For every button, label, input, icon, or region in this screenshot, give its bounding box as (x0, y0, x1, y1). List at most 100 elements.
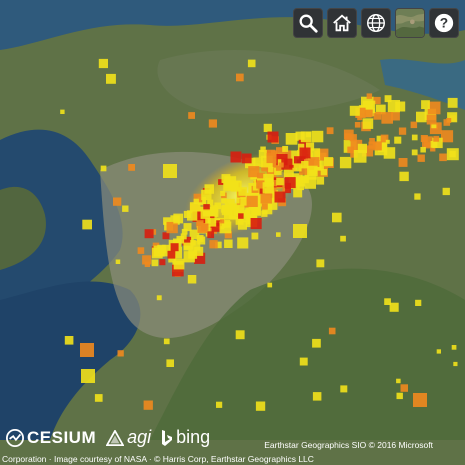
data-point (80, 343, 94, 357)
data-point (194, 246, 204, 256)
data-point (394, 136, 402, 144)
data-point (60, 109, 65, 114)
data-point (237, 237, 249, 249)
data-point (200, 209, 211, 219)
data-point (115, 259, 121, 264)
data-point (173, 258, 185, 270)
data-point (311, 130, 324, 143)
data-point (137, 247, 145, 254)
agi-logo-link[interactable]: agi (106, 427, 151, 448)
data-point (442, 187, 450, 196)
imagery-credit: Earthstar Geographics SIO © 2016 Microso… (264, 440, 433, 450)
data-point (166, 221, 178, 234)
data-point (173, 213, 184, 224)
scene-mode-button[interactable] (361, 8, 391, 38)
data-point (436, 349, 441, 354)
data-point (224, 239, 233, 248)
attribution-line: Corporation · Image courtesy of NASA · ©… (2, 454, 314, 464)
data-point (368, 141, 376, 149)
data-point (207, 231, 215, 239)
data-point (299, 357, 308, 366)
data-point (183, 242, 192, 251)
data-point (354, 122, 361, 128)
data-point (309, 157, 320, 167)
data-point (410, 121, 418, 129)
data-point (276, 232, 281, 237)
globe-map-view[interactable] (0, 0, 465, 465)
data-point (261, 203, 268, 210)
data-point (236, 73, 244, 82)
data-point (396, 392, 403, 400)
data-point (170, 243, 179, 252)
data-point (421, 100, 430, 109)
data-point (225, 209, 231, 215)
data-point (316, 176, 325, 185)
data-point (193, 198, 199, 204)
data-point (263, 123, 272, 132)
data-point (339, 156, 352, 169)
agi-logo-icon (106, 429, 125, 446)
data-point (430, 141, 438, 148)
data-point (251, 232, 259, 240)
data-point (267, 282, 273, 288)
data-point (398, 158, 408, 167)
data-point (416, 111, 427, 123)
agi-logo-text: agi (127, 427, 152, 447)
data-point (293, 163, 302, 172)
data-point (159, 259, 166, 266)
data-point (262, 182, 274, 194)
svg-text:?: ? (440, 16, 448, 31)
data-point (399, 171, 409, 182)
data-point (162, 232, 170, 240)
data-point (157, 244, 166, 254)
data-point (94, 394, 103, 402)
search-button[interactable] (293, 8, 323, 38)
data-point (167, 250, 176, 259)
data-point (293, 188, 303, 198)
credits-bar: CESIUM agi bing Earthstar Geographics SI… (0, 425, 465, 465)
data-point (197, 223, 208, 233)
data-point (196, 235, 204, 242)
data-point (255, 401, 266, 411)
data-point (439, 153, 447, 162)
data-point (221, 198, 227, 204)
data-point (446, 118, 452, 123)
data-point (420, 147, 426, 153)
data-point (293, 224, 307, 238)
data-point (426, 114, 437, 125)
cesium-viewer[interactable]: ? CESIUM agi bing Earthstar Geographics … (0, 0, 465, 465)
data-point (285, 182, 291, 189)
data-point (247, 59, 256, 68)
data-point (364, 109, 373, 118)
data-point (230, 151, 242, 163)
satellite-map-icon (396, 9, 424, 37)
data-point (113, 197, 122, 206)
data-point (383, 147, 396, 159)
data-point (340, 385, 348, 393)
data-point (384, 95, 392, 103)
help-button[interactable]: ? (429, 8, 459, 38)
data-point (267, 131, 279, 143)
data-point (451, 345, 457, 350)
base-layer-picker-button[interactable] (395, 8, 425, 38)
data-point (362, 118, 374, 129)
data-point (398, 127, 407, 135)
data-point (278, 162, 284, 168)
data-point (106, 73, 116, 84)
bing-logo-link[interactable]: bing (161, 427, 210, 448)
data-point (81, 369, 95, 383)
data-point (417, 154, 425, 162)
data-point (301, 175, 309, 184)
data-point (328, 327, 336, 335)
data-point (312, 338, 321, 348)
data-point (166, 359, 174, 367)
data-point (250, 218, 262, 230)
data-point (413, 393, 427, 407)
data-point (100, 165, 107, 172)
credit-logos: CESIUM agi bing (6, 427, 210, 448)
cesium-logo-link[interactable]: CESIUM (6, 428, 96, 448)
data-point (248, 166, 260, 178)
home-button[interactable] (327, 8, 357, 38)
bing-logo-text: bing (176, 427, 211, 447)
globe-icon (367, 14, 385, 32)
